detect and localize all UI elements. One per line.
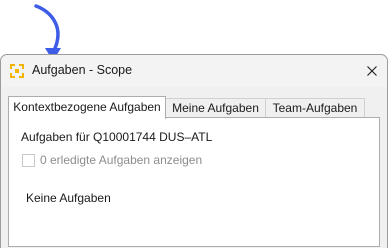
show-completed-checkbox[interactable] — [22, 153, 35, 167]
tab-team-tasks[interactable]: Team-Aufgaben — [265, 98, 365, 117]
tab-my-tasks[interactable]: Meine Aufgaben — [165, 98, 266, 117]
tab-label: Team-Aufgaben — [272, 101, 358, 115]
close-icon — [367, 66, 377, 76]
title-bar[interactable]: Aufgaben - Scope — [1, 55, 387, 87]
tab-contextual-tasks[interactable]: Kontextbezogene Aufgaben — [8, 96, 166, 119]
window-title: Aufgaben - Scope — [32, 63, 133, 77]
show-completed-toggle[interactable]: 0 erledigte Aufgaben anzeigen — [22, 153, 202, 167]
tab-panel-contextual-tasks: Aufgaben für Q10001744 DUS–ATL 0 erledig… — [8, 117, 380, 247]
show-completed-label: 0 erledigte Aufgaben anzeigen — [40, 153, 203, 167]
panel-heading: Aufgaben für Q10001744 DUS–ATL — [21, 130, 213, 144]
close-button[interactable] — [357, 55, 387, 87]
tasks-dialog: Aufgaben - Scope Kontextbezogene Aufgabe… — [0, 54, 388, 248]
app-logo-icon — [10, 64, 24, 78]
tab-strip: Kontextbezogene Aufgaben Meine Aufgaben … — [8, 96, 380, 119]
tab-label: Meine Aufgaben — [172, 101, 259, 115]
tab-label: Kontextbezogene Aufgaben — [13, 100, 161, 114]
screen: Aufgaben - Scope Kontextbezogene Aufgabe… — [0, 0, 388, 248]
empty-state-message: Keine Aufgaben — [26, 191, 111, 205]
